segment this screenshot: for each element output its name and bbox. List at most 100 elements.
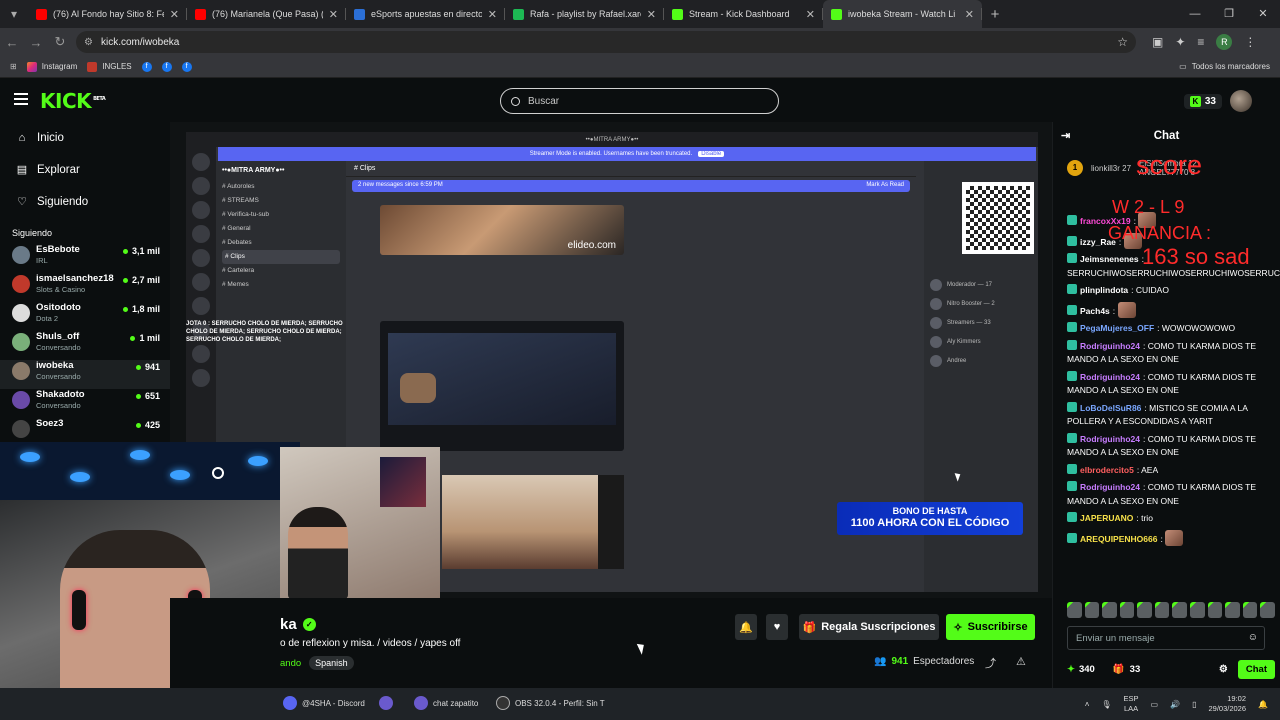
facebook-icon[interactable]: f xyxy=(181,61,192,72)
maximize-button[interactable]: ❐ xyxy=(1212,0,1246,28)
sidebar-channel[interactable]: Shakadoto Conversando 651 xyxy=(0,389,170,418)
emoji-icon[interactable]: ☺ xyxy=(1248,632,1258,643)
streamer-name[interactable]: ka ✓ xyxy=(280,616,316,633)
kicks-balance[interactable]: K 33 xyxy=(1183,93,1222,109)
battery-icon[interactable]: ▯ xyxy=(1192,700,1196,709)
chat-message-input[interactable]: Enviar un mensaje ☺ xyxy=(1067,626,1265,650)
browser-tab[interactable]: eSports apuestas en directo ⊳ ✕ xyxy=(346,0,505,28)
chat-username[interactable]: Pach4s xyxy=(1080,306,1110,316)
chat-badge-icon xyxy=(1067,339,1077,350)
chat-username[interactable]: izzy_Rae xyxy=(1080,237,1116,247)
follow-button[interactable]: ♥ xyxy=(766,614,788,640)
all-bookmarks[interactable]: ▭ Todos los marcadores xyxy=(1179,62,1270,71)
browser-tab[interactable]: iwobeka Stream - Watch Li ✕ xyxy=(823,0,982,28)
chat-username[interactable]: PegaMujeres_OFF xyxy=(1080,323,1154,333)
chat-username[interactable]: Rodriguinho24 xyxy=(1080,434,1140,444)
taskbar-app[interactable] xyxy=(379,696,393,710)
bookmark-instagram[interactable]: Instagram xyxy=(26,61,77,72)
sidebar-channel[interactable]: Ositodoto Dota 2 1,8 mil xyxy=(0,302,170,331)
sub-count[interactable]: 🎁 33 xyxy=(1113,664,1140,675)
language-indicator[interactable]: ESP LAA xyxy=(1124,694,1139,714)
chat-username[interactable]: elbrodercito5 xyxy=(1080,465,1134,475)
send-chat-button[interactable]: Chat xyxy=(1237,659,1275,679)
browser-tab[interactable]: Rafa - playlist by Rafael.xared | ✕ xyxy=(505,0,664,28)
back-button[interactable]: ← xyxy=(0,35,24,50)
bookmark-ingles[interactable]: INGLES xyxy=(87,61,132,72)
url-input[interactable]: ⚙ kick.com/iwobeka ☆ xyxy=(76,31,1136,53)
collapse-chat-icon[interactable]: ⇥ xyxy=(1061,129,1070,142)
kick-logo[interactable]: KICK BETA xyxy=(40,89,106,113)
sidebar-channel[interactable]: iwobeka Conversando 941 xyxy=(0,360,170,389)
chat-username[interactable]: Rodriguinho24 xyxy=(1080,482,1140,492)
chat-username[interactable]: francoxXx19 xyxy=(1080,216,1131,226)
chevron-up-icon[interactable]: ˄ xyxy=(1085,700,1090,709)
facebook-icon[interactable]: f xyxy=(161,61,172,72)
browser-tab-bar: ▾ (76) Al Fondo hay Sitio 8: Ferna✕(76) … xyxy=(0,0,1280,28)
sidebar-channel[interactable]: ismaelsanchez18 Slots & Casino 2,7 mil xyxy=(0,273,170,302)
channel-points[interactable]: ✦ 340 xyxy=(1067,664,1095,675)
chat-badge-icon xyxy=(1067,401,1077,412)
minimize-button[interactable]: — xyxy=(1178,0,1212,28)
taskbar-chat-zapatito[interactable]: chat zapatito xyxy=(414,696,478,710)
clock[interactable]: 19:02 29/03/2026 xyxy=(1208,694,1246,714)
close-window-button[interactable]: ✕ xyxy=(1246,0,1280,28)
chat-username[interactable]: plinplindota xyxy=(1080,285,1128,295)
bookmark-star-icon[interactable]: ☆ xyxy=(1117,35,1128,49)
facebook-icon[interactable]: f xyxy=(141,61,152,72)
close-tab-icon[interactable]: ✕ xyxy=(170,8,179,21)
menu-icon[interactable] xyxy=(14,93,28,105)
nav-explore[interactable]: ▤ Explorar xyxy=(0,154,170,186)
profile-avatar[interactable]: R xyxy=(1216,34,1233,50)
sidebar: ⌂ Inicio ▤ Explorar ♡ Siguiendo Siguiendo E… xyxy=(0,122,170,442)
search-input[interactable]: Buscar xyxy=(500,88,779,114)
stream-category[interactable]: ando xyxy=(280,658,301,669)
cast-icon[interactable]: ▣ xyxy=(1152,35,1163,49)
close-tab-icon[interactable]: ✕ xyxy=(329,8,338,21)
chat-username[interactable]: Rodriguinho24 xyxy=(1080,341,1140,351)
browser-tab[interactable]: (76) Al Fondo hay Sitio 8: Ferna ✕ xyxy=(28,0,187,28)
sidebar-channel[interactable]: EsBebote IRL 3,1 mil xyxy=(0,244,170,273)
taskbar-obs[interactable]: OBS 32.0.4 - Perfil: Sin T xyxy=(496,696,605,710)
nav-following[interactable]: ♡ Siguiendo xyxy=(0,186,170,218)
volume-icon[interactable]: 🔊 xyxy=(1170,700,1180,709)
emote-bar[interactable] xyxy=(1067,602,1275,618)
browser-tab[interactable]: Stream - Kick Dashboard ✕ xyxy=(664,0,823,28)
browser-tab[interactable]: (76) Marianela (Que Pasa) (Exte ✕ xyxy=(187,0,346,28)
media-icon[interactable]: ≡ xyxy=(1197,35,1204,49)
clip-thumbnail xyxy=(380,321,624,451)
chat-username[interactable]: Rodriguinho24 xyxy=(1080,372,1140,382)
chat-username[interactable]: Jeimsnenenes xyxy=(1080,254,1139,264)
notifications-button[interactable]: 🔔 xyxy=(735,614,757,640)
nav-home[interactable]: ⌂ Inicio xyxy=(0,122,170,154)
gift-subs-button[interactable]: 🎁 Regala Suscripciones xyxy=(799,614,939,640)
site-info-icon[interactable]: ⚙ xyxy=(84,37,93,48)
language-tag[interactable]: Spanish xyxy=(309,656,354,670)
close-tab-icon[interactable]: ✕ xyxy=(965,8,974,21)
share-icon[interactable]: ⤴ xyxy=(985,655,996,671)
notifications-icon[interactable]: 🔔 xyxy=(1258,700,1268,709)
close-tab-icon[interactable]: ✕ xyxy=(806,8,815,21)
network-icon[interactable]: ▭ xyxy=(1151,700,1159,709)
chat-settings-icon[interactable]: ⚙ xyxy=(1219,664,1228,675)
app-icon xyxy=(379,696,393,710)
report-icon[interactable]: ⚠ xyxy=(1016,655,1026,668)
tab-search-icon[interactable]: ▾ xyxy=(0,0,28,28)
chat-username[interactable]: LoBoDelSuR86 xyxy=(1080,403,1141,413)
microphone-icon[interactable]: 🎙 xyxy=(1101,700,1111,709)
subscribe-button[interactable]: ✧ Suscribirse xyxy=(946,614,1035,640)
close-tab-icon[interactable]: ✕ xyxy=(647,8,656,21)
reload-button[interactable]: ↻ xyxy=(48,34,72,50)
forward-button[interactable]: → xyxy=(24,35,48,50)
user-avatar[interactable] xyxy=(1230,90,1252,112)
close-tab-icon[interactable]: ✕ xyxy=(488,8,497,21)
chat-username[interactable]: AREQUIPENHO666 xyxy=(1080,534,1157,544)
viewer-count-text: 941 xyxy=(144,362,160,372)
following-heading: Siguiendo xyxy=(12,228,53,238)
browser-menu-icon[interactable]: ⋮ xyxy=(1244,35,1256,49)
sidebar-channel[interactable]: Shuls_off Conversando 1 mil xyxy=(0,331,170,360)
chat-username[interactable]: JAPERUANO xyxy=(1080,513,1133,523)
apps-grid-icon[interactable]: ⊞ xyxy=(10,62,17,71)
extensions-icon[interactable]: ✦ xyxy=(1175,35,1185,49)
taskbar-discord[interactable]: @4SHA - Discord xyxy=(283,696,365,710)
new-tab-button[interactable]: + xyxy=(982,6,1008,23)
